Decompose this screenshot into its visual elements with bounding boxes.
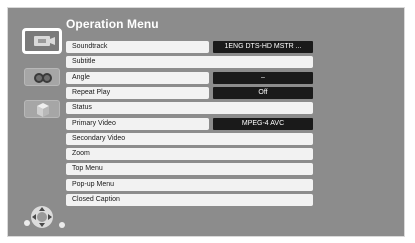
menu-item[interactable]: Subtitle	[66, 56, 313, 68]
menu-item-label: Repeat Play	[72, 89, 111, 96]
operation-menu-screen: Operation Menu Soundtrack 1ENG DTS-HD MST…	[7, 7, 405, 237]
menu-item[interactable]: Secondary Video	[66, 133, 313, 145]
menu-item-label: Closed Caption	[72, 196, 120, 203]
menu-item[interactable]: Zoom	[66, 148, 313, 160]
menu-item[interactable]: Repeat Play	[66, 87, 209, 99]
menu-item-label: Secondary Video	[72, 135, 126, 142]
menu-item-value[interactable]: MPEG-4 AVC	[213, 118, 313, 130]
disc-icon[interactable]	[22, 28, 62, 54]
menu-item-label: Subtitle	[72, 58, 96, 65]
nav-right-dot	[59, 222, 65, 228]
menu-item-label: Soundtrack	[72, 43, 108, 50]
menu-item-value[interactable]: –	[213, 72, 313, 84]
menu-item[interactable]: Status	[66, 102, 313, 114]
menu-item[interactable]: Soundtrack	[66, 41, 209, 53]
menu-item[interactable]: Top Menu	[66, 163, 313, 175]
navigation-pad-icon	[30, 205, 56, 231]
menu-item-label: Status	[72, 104, 92, 111]
menu-item-label: Zoom	[72, 150, 90, 157]
menu-item[interactable]: Angle	[66, 72, 209, 84]
sd-card-icon[interactable]	[24, 68, 60, 86]
menu-title: Operation Menu	[66, 17, 159, 31]
nav-left-dot	[24, 220, 30, 226]
menu-item-label: Pop-up Menu	[72, 181, 115, 188]
menu-item-value[interactable]: Off	[213, 87, 313, 99]
menu-item-value[interactable]: 1ENG DTS-HD MSTR ...	[213, 41, 313, 53]
box-icon[interactable]	[24, 100, 60, 118]
menu-item-label: Angle	[72, 74, 90, 81]
menu-item-label: Top Menu	[72, 165, 103, 172]
menu-item[interactable]: Primary Video	[66, 118, 209, 130]
menu-item-label: Primary Video	[72, 120, 116, 127]
menu-item[interactable]: Pop-up Menu	[66, 179, 313, 191]
menu-item[interactable]: Closed Caption	[66, 194, 313, 206]
